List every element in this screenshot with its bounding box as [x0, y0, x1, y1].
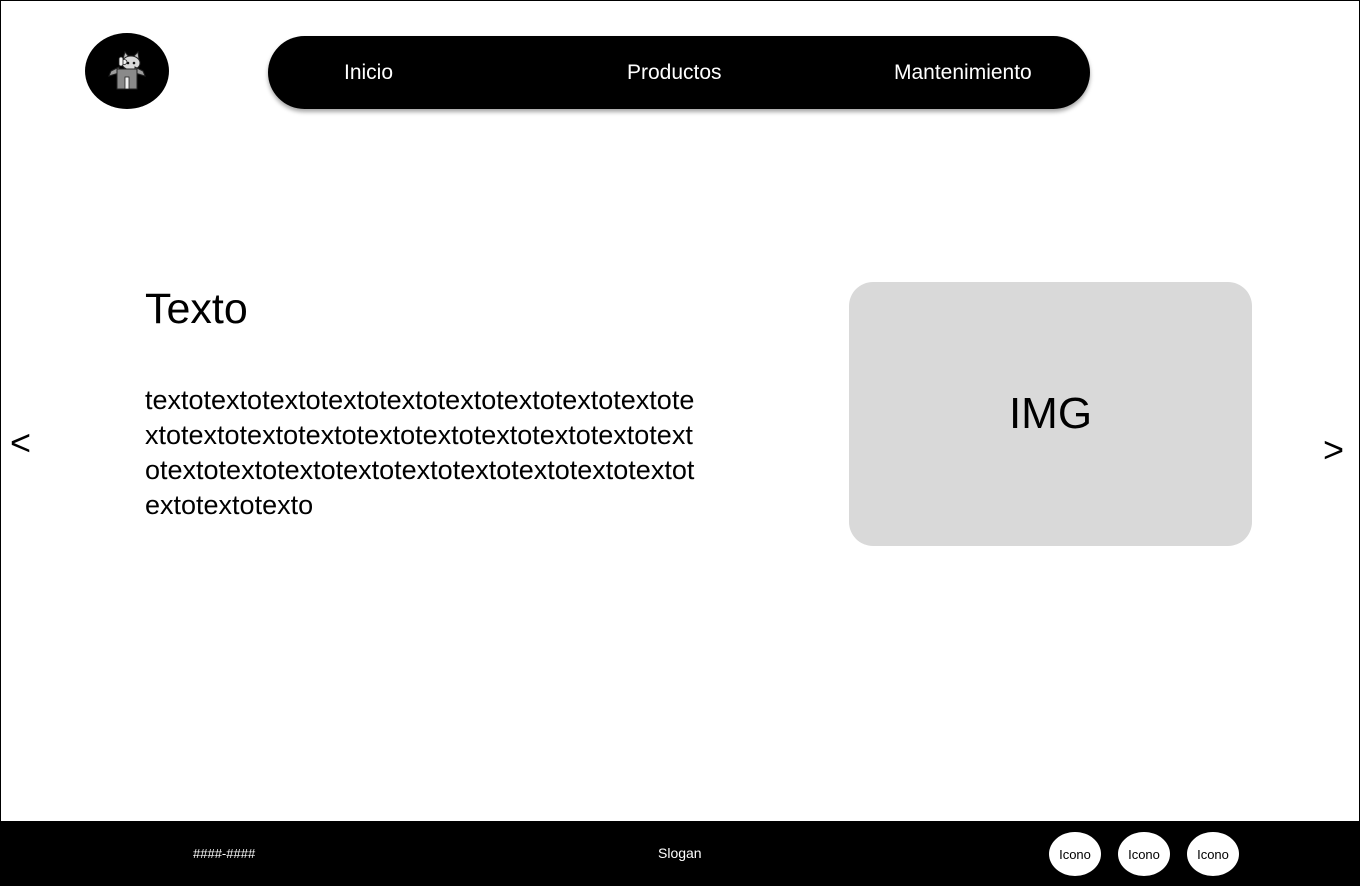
footer-slogan: Slogan	[658, 845, 702, 861]
main-nav: Inicio Productos Mantenimiento	[268, 36, 1090, 109]
cat-in-box-icon	[108, 50, 146, 90]
footer-phone: ####-####	[193, 846, 256, 861]
carousel-next-button[interactable]: >	[1323, 430, 1344, 470]
hero-image-placeholder: IMG	[849, 282, 1252, 546]
hero-title: Texto	[145, 285, 248, 333]
logo[interactable]	[85, 33, 169, 109]
carousel-prev-button[interactable]: <	[10, 423, 31, 463]
social-icon-2[interactable]: Icono	[1118, 832, 1170, 876]
nav-item-mantenimiento[interactable]: Mantenimiento	[894, 36, 1032, 109]
site-footer: ####-#### Slogan Icono Icono Icono	[0, 821, 1360, 886]
social-icon-1[interactable]: Icono	[1049, 832, 1101, 876]
image-placeholder-label: IMG	[1008, 389, 1093, 438]
nav-item-productos[interactable]: Productos	[627, 36, 722, 109]
social-icon-3[interactable]: Icono	[1187, 832, 1239, 876]
hero-body-text: textotextotextotextotextotextotextotexto…	[145, 385, 695, 520]
nav-item-inicio[interactable]: Inicio	[344, 36, 393, 109]
